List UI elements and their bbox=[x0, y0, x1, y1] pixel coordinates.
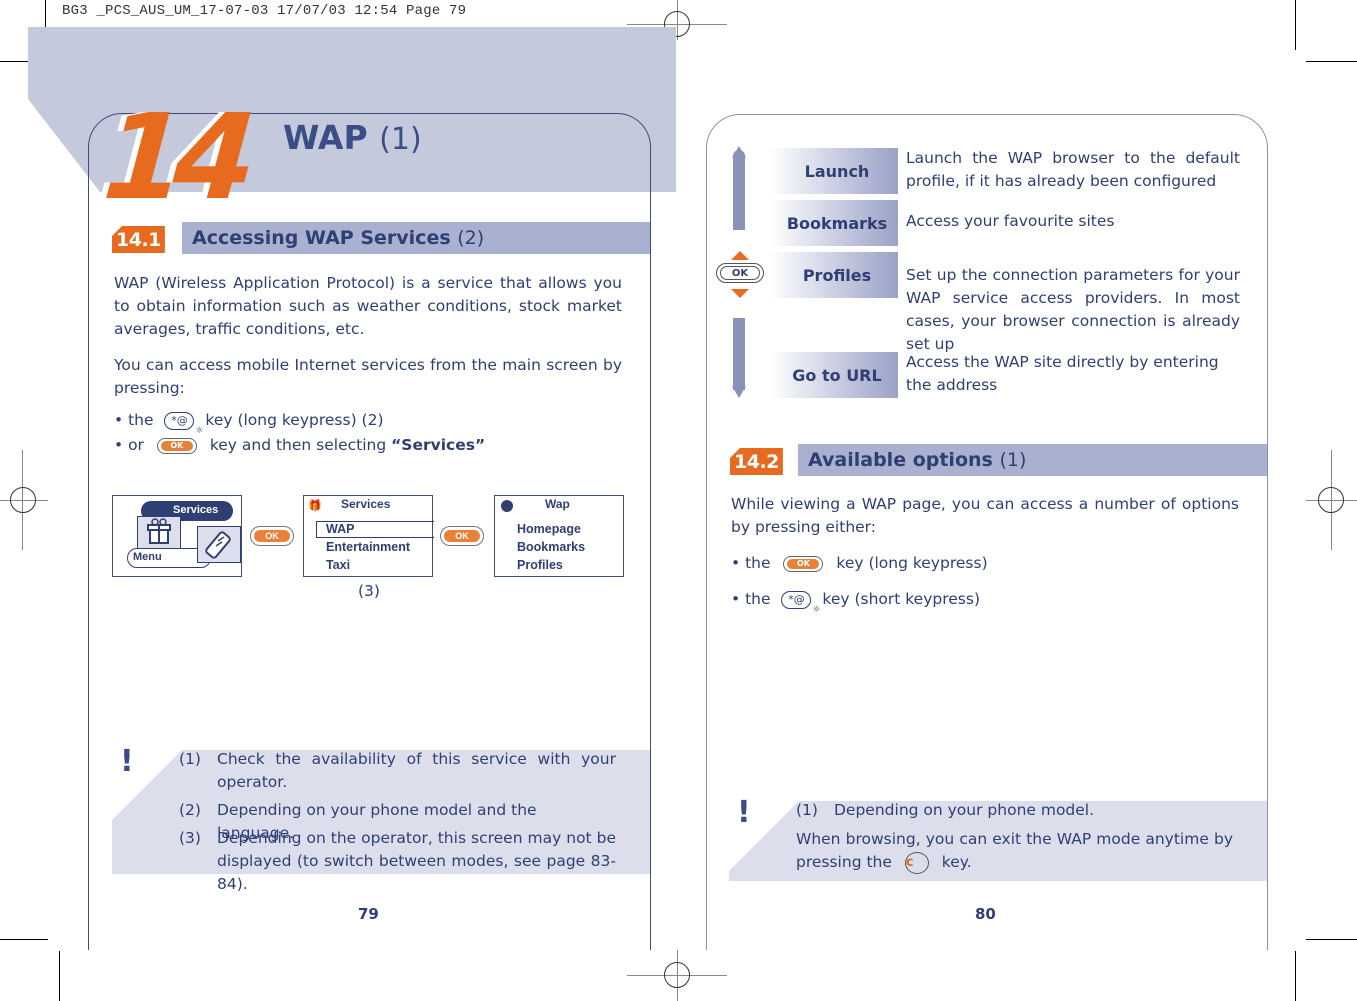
globe-icon bbox=[501, 500, 513, 512]
note-text: Depending on the operator, this screen m… bbox=[217, 829, 616, 893]
bullet-suffix: key (long keypress) bbox=[836, 554, 988, 572]
bullet-prefix: • the bbox=[731, 590, 771, 608]
phone-screen-wap: Wap Homepage Bookmarks Profiles bbox=[494, 495, 624, 577]
page-number-right: 80 bbox=[975, 905, 996, 923]
crop-mark bbox=[1295, 951, 1296, 1001]
crop-mark bbox=[59, 951, 60, 1001]
menu-label-bookmarks: Bookmarks bbox=[770, 200, 898, 246]
exclamation-icon: ! bbox=[737, 795, 751, 830]
ok-label: OK bbox=[444, 530, 480, 542]
crop-mark bbox=[1295, 0, 1296, 50]
page-number-left: 79 bbox=[358, 905, 379, 923]
screen-item-wap: WAP bbox=[326, 522, 355, 536]
crop-mark bbox=[1306, 61, 1357, 62]
note-num: (3) bbox=[179, 829, 201, 847]
section-title: Accessing WAP Services bbox=[192, 227, 451, 249]
screen-title: Services bbox=[341, 497, 391, 511]
screen-item-entertainment: Entertainment bbox=[326, 540, 411, 554]
intro-paragraph: WAP (Wireless Application Protocol) is a… bbox=[114, 274, 622, 338]
bullet-bold: “Services” bbox=[391, 436, 486, 454]
section-title-note: (2) bbox=[457, 227, 485, 249]
note-text: When browsing, you can exit the WAP mode… bbox=[796, 830, 1233, 871]
note-num: (1) bbox=[179, 750, 201, 768]
ok-key-label: OK bbox=[787, 558, 820, 569]
navigate-up-arrow-icon bbox=[732, 146, 746, 230]
screen-title: Wap bbox=[545, 497, 570, 511]
note-num: (2) bbox=[179, 801, 201, 819]
phone-icon bbox=[197, 526, 241, 563]
screen-item-profiles: Profiles bbox=[517, 558, 563, 572]
note-item-1: (1) Depending on your phone model. bbox=[796, 799, 1233, 822]
note-item-2: (2) Depending on your phone model and th… bbox=[179, 799, 616, 842]
menu-label-go-to-url: Go to URL bbox=[770, 352, 898, 398]
note-text: Depending on your phone model. bbox=[834, 801, 1095, 819]
gift-icon: 🎁 bbox=[308, 499, 322, 512]
note-exit-wap: When browsing, you can exit the WAP mode… bbox=[796, 828, 1233, 876]
ok-key-icon: OK bbox=[156, 437, 197, 454]
note-item-1: (1) Check the availability of this servi… bbox=[179, 748, 616, 794]
section-number-badge: 14.1 bbox=[112, 226, 165, 253]
orange-down-arrow-icon bbox=[731, 289, 749, 298]
crop-mark bbox=[0, 939, 48, 940]
bullet-ok-key: • or OK key and then selecting “Services… bbox=[114, 434, 622, 457]
crop-mark bbox=[1306, 939, 1357, 940]
ok-button-arrow-2: OK bbox=[440, 526, 484, 546]
screen-item-homepage: Homepage bbox=[517, 522, 581, 536]
note-item-3: (3) Depending on the operator, this scre… bbox=[179, 827, 616, 893]
menu-desc-launch: Launch the WAP browser to the default pr… bbox=[906, 149, 1240, 190]
note-text: Check the availability of this service w… bbox=[217, 750, 616, 791]
ok-key-icon: OK bbox=[783, 555, 824, 572]
screen-footer: Menu bbox=[133, 551, 162, 563]
screen-item-bookmarks: Bookmarks bbox=[517, 540, 586, 554]
chapter-title-note: (1) bbox=[379, 122, 422, 157]
section-title-bar: Available options (1) bbox=[798, 444, 1267, 476]
bullet-star-key: • the *@ key (long keypress) (2) bbox=[114, 409, 622, 439]
menu-desc-go-to-url: Access the WAP site directly by entering… bbox=[906, 353, 1219, 394]
note-text: key. bbox=[941, 853, 972, 871]
chapter-title-text: WAP bbox=[283, 118, 368, 157]
ok-button-arrow-1: OK bbox=[250, 526, 294, 546]
bullet-star-key: • the *@ key (short keypress) bbox=[731, 588, 1239, 618]
orange-up-arrow-icon bbox=[731, 251, 749, 260]
star-key-icon: *@ bbox=[164, 411, 203, 439]
gift-icon bbox=[137, 516, 181, 549]
section-title: Available options bbox=[808, 449, 993, 471]
ok-key-label: OK bbox=[160, 440, 193, 451]
phone-screen-services: 🎁 Services WAP Entertainment Taxi bbox=[303, 495, 434, 577]
navigation-ok-key-icon: OK bbox=[716, 263, 764, 283]
screen-item-taxi: Taxi bbox=[326, 558, 351, 572]
print-slug: BG3 _PCS_AUS_UM_17-07-03 17/07/03 12:54 … bbox=[62, 3, 467, 19]
ok-label: OK bbox=[254, 530, 290, 542]
exclamation-icon: ! bbox=[120, 744, 134, 779]
options-paragraph: While viewing a WAP page, you can access… bbox=[731, 495, 1239, 536]
chapter-title: WAP (1) bbox=[283, 118, 422, 157]
nav-ok-label: OK bbox=[720, 266, 760, 280]
section-title-note: (1) bbox=[999, 449, 1027, 471]
bullet-suffix: key (short keypress) bbox=[822, 590, 980, 608]
menu-label-launch: Launch bbox=[770, 148, 898, 194]
bullet-suffix: key (long keypress) (2) bbox=[205, 411, 384, 429]
screen-title: Services bbox=[173, 504, 219, 516]
section-number-badge: 14.2 bbox=[730, 448, 783, 475]
screen-footnote: (3) bbox=[358, 582, 380, 600]
menu-desc-profiles: Set up the connection parameters for you… bbox=[906, 266, 1240, 353]
bullet-ok-key: • the OK key (long keypress) bbox=[731, 552, 1239, 575]
menu-desc-bookmarks: Access your favourite sites bbox=[906, 212, 1115, 230]
menu-label-profiles: Profiles bbox=[770, 252, 898, 298]
bullet-suffix: key and then selecting bbox=[209, 436, 387, 454]
bullet-prefix: • or bbox=[114, 436, 144, 454]
phone-screen-menu: Services Menu bbox=[112, 495, 242, 577]
star-key-icon: *@ bbox=[781, 590, 820, 618]
bullet-prefix: • the bbox=[731, 554, 771, 572]
navigate-down-arrow-icon bbox=[732, 318, 746, 398]
note-num: (1) bbox=[796, 801, 818, 819]
c-key-icon: c bbox=[904, 851, 929, 874]
access-paragraph: You can access mobile Internet services … bbox=[114, 356, 622, 397]
bullet-prefix: • the bbox=[114, 411, 154, 429]
chapter-number: 14 bbox=[99, 88, 250, 226]
section-title-bar: Accessing WAP Services (2) bbox=[182, 222, 650, 254]
